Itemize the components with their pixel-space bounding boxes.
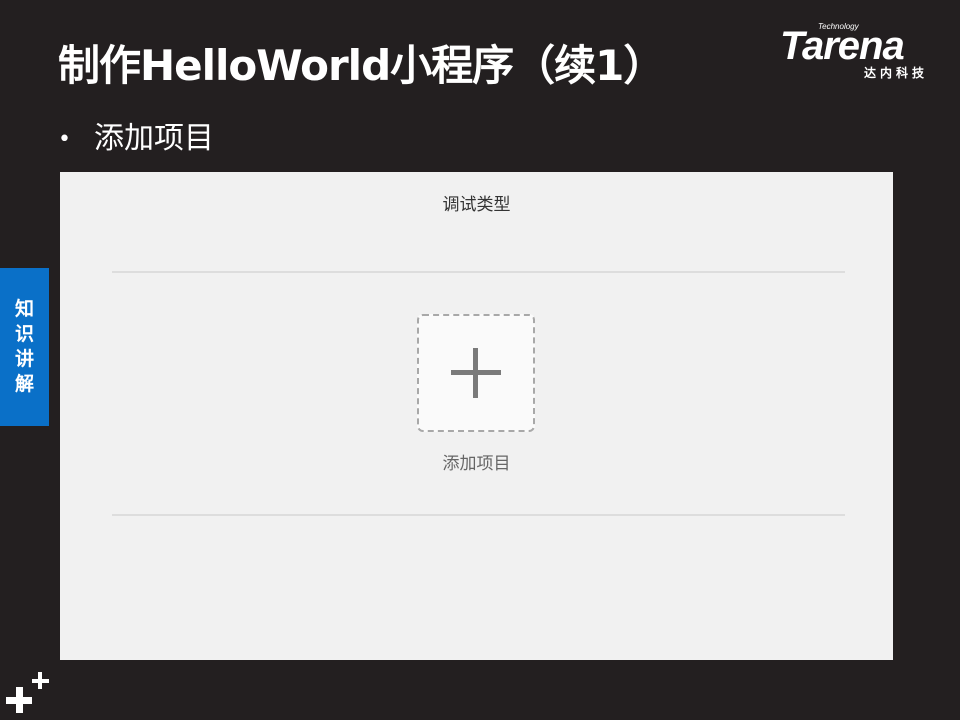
divider <box>112 514 845 516</box>
tarena-logo: Technology Tarena 达内科技 <box>780 22 945 82</box>
slide-title: 制作HelloWorld小程序（续1） <box>58 41 665 90</box>
bullet-marker: • <box>58 126 71 152</box>
logo-subtitle: 达内科技 <box>864 66 929 80</box>
plus-vertical-bar <box>473 348 478 398</box>
side-tab: 知识讲解 <box>0 268 49 426</box>
side-tab-label: 知识讲解 <box>14 298 34 395</box>
add-project-button[interactable] <box>417 314 535 432</box>
add-project-label: 添加项目 <box>442 454 511 474</box>
bullet-item: • 添加项目 <box>58 118 214 161</box>
logo-wordmark: Tarena <box>780 24 905 68</box>
bullet-text: 添加项目 <box>94 121 214 156</box>
panel-title: 调试类型 <box>442 195 511 215</box>
plus-decoration-icon <box>6 670 52 716</box>
debug-type-panel: 调试类型 添加项目 <box>60 172 893 660</box>
divider <box>112 271 845 273</box>
